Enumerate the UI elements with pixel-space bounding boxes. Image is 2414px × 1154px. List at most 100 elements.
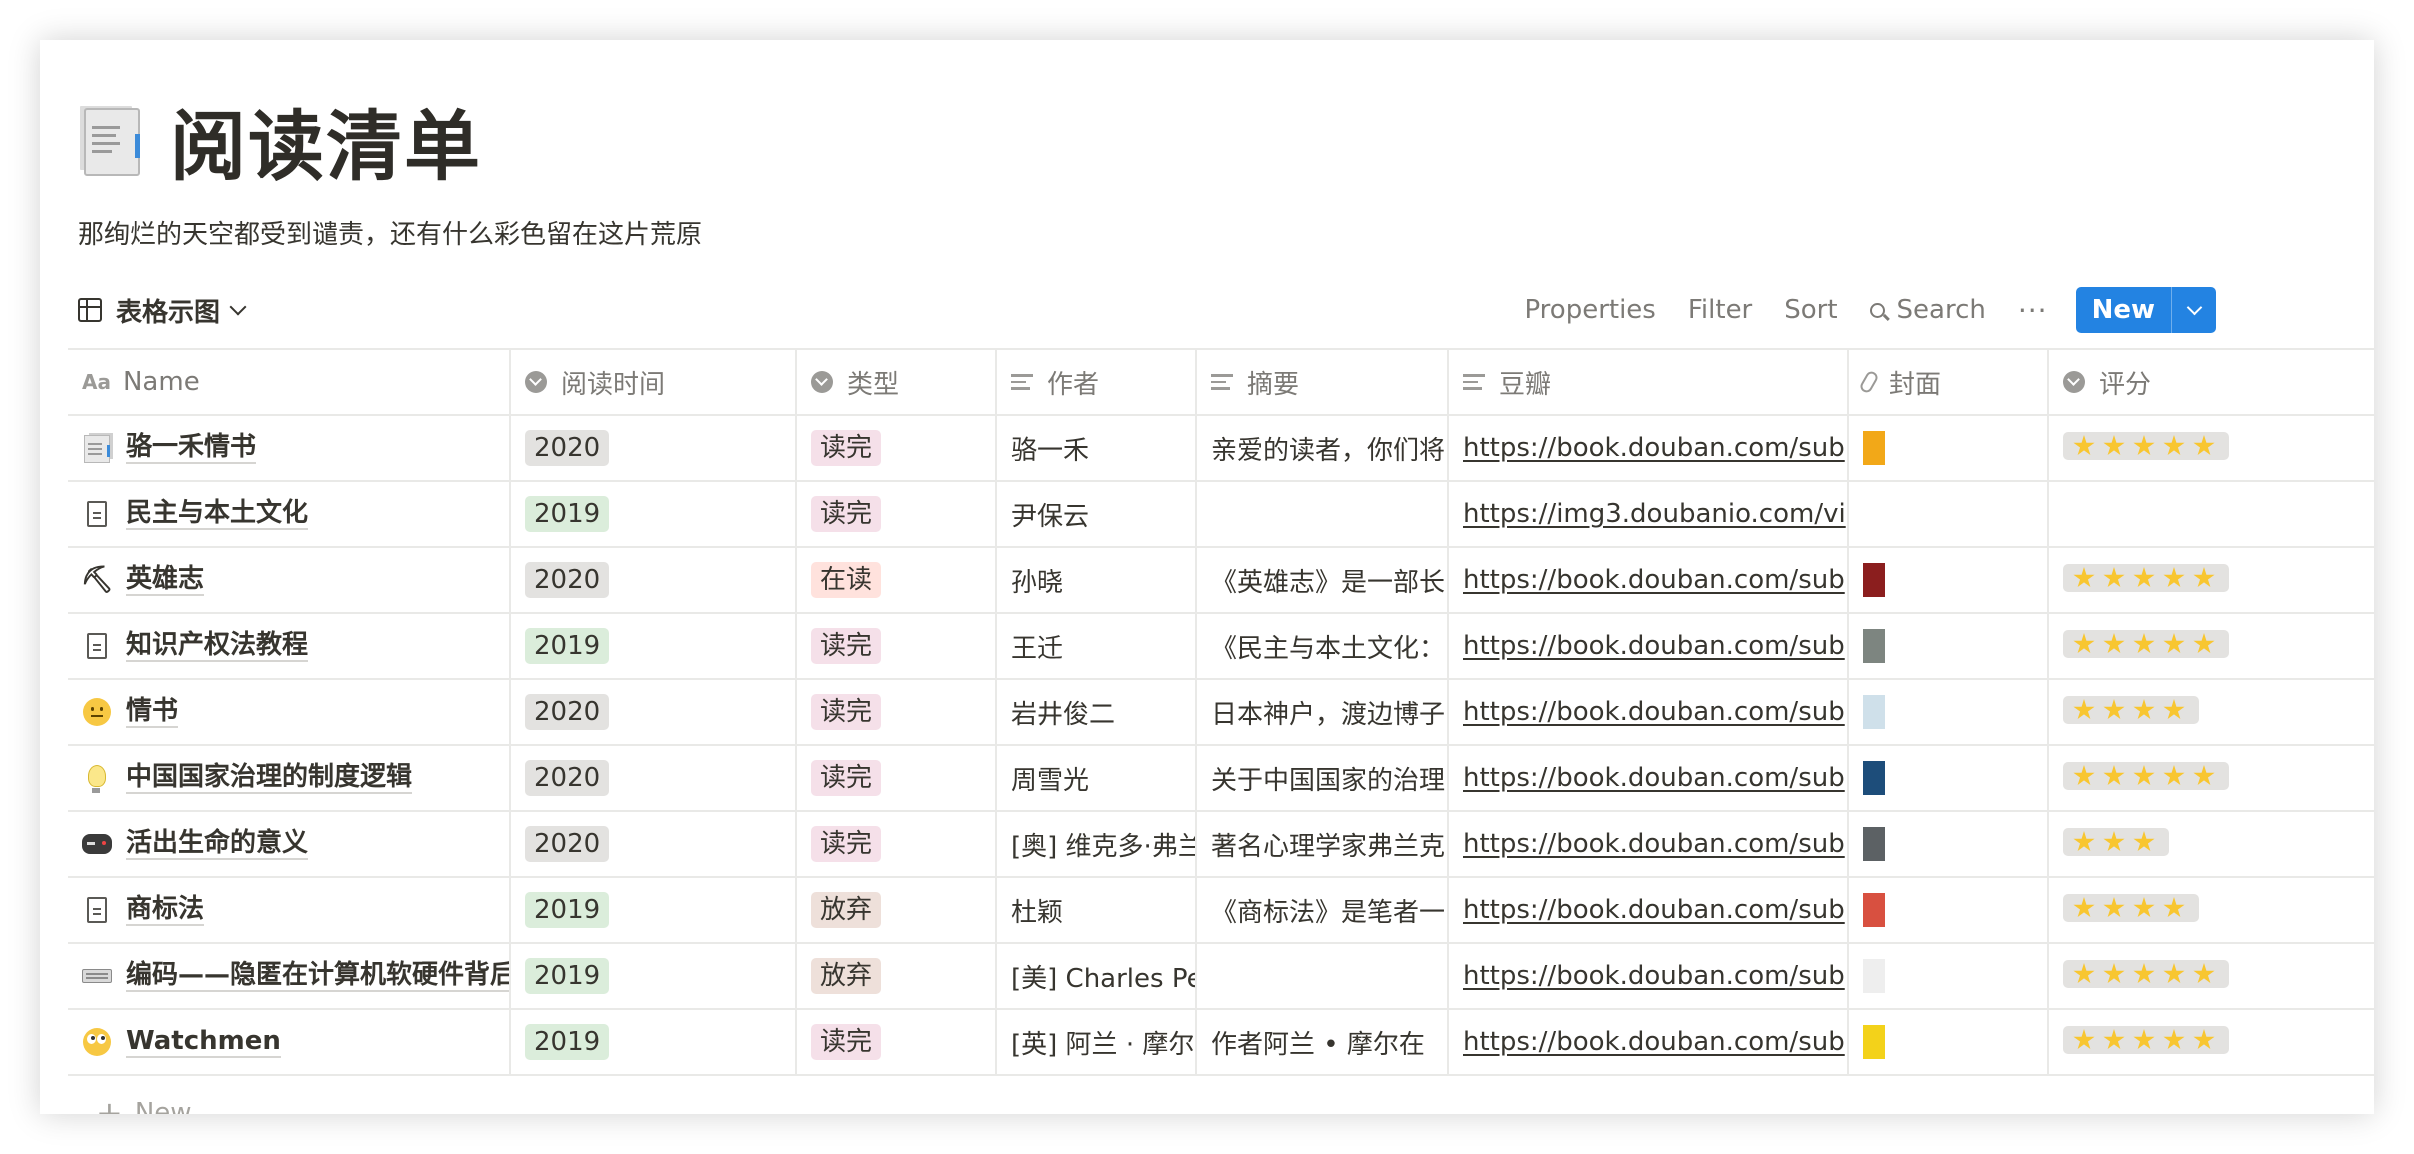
cell-type[interactable]: 在读 bbox=[796, 547, 997, 614]
cell-type[interactable]: 读完 bbox=[796, 811, 997, 878]
cell-summary[interactable]: 《英雄志》是一部长 bbox=[1196, 547, 1449, 614]
row-title[interactable]: 活出生命的意义 bbox=[126, 828, 309, 860]
page-description[interactable]: 那绚烂的天空都受到谴责，还有什么彩色留在这片荒原 bbox=[78, 214, 2374, 251]
cover-thumbnail[interactable] bbox=[1863, 893, 1885, 927]
cell-time[interactable]: 2020 bbox=[510, 415, 797, 482]
cell-douban[interactable]: https://book.douban.com/sub bbox=[1448, 613, 1849, 680]
cell-cover[interactable] bbox=[1848, 547, 2049, 614]
cell-rating[interactable] bbox=[2048, 943, 2374, 1010]
cell-time[interactable]: 2020 bbox=[510, 547, 797, 614]
cell-name[interactable]: 骆一禾情书 bbox=[68, 415, 511, 482]
view-switcher[interactable]: 表格示图 bbox=[78, 292, 247, 329]
smile-icon[interactable] bbox=[82, 697, 112, 727]
new-dropdown-button[interactable] bbox=[2171, 287, 2216, 333]
cell-time[interactable]: 2020 bbox=[510, 811, 797, 878]
search-button[interactable]: Search bbox=[1869, 295, 1986, 325]
douban-link[interactable]: https://book.douban.com/sub bbox=[1463, 961, 1845, 991]
rolling-eyes-icon[interactable] bbox=[82, 1027, 112, 1057]
gamepad-icon[interactable] bbox=[82, 829, 112, 859]
cell-type[interactable]: 放弃 bbox=[796, 943, 997, 1010]
douban-link[interactable]: https://book.douban.com/sub bbox=[1463, 433, 1845, 463]
table-row[interactable]: Watchmen 2019 读完 [英] 阿兰 · 摩尔 作者阿兰 • 摩尔在 https… bbox=[68, 1009, 2374, 1076]
cell-type[interactable]: 读完 bbox=[796, 1009, 997, 1076]
new-button[interactable]: New bbox=[2076, 287, 2171, 333]
row-title[interactable]: 知识产权法教程 bbox=[126, 630, 309, 662]
cell-summary[interactable] bbox=[1196, 943, 1449, 1010]
cell-time[interactable]: 2019 bbox=[510, 1009, 797, 1076]
cell-type[interactable]: 读完 bbox=[796, 679, 997, 746]
cell-name[interactable]: 知识产权法教程 bbox=[68, 613, 511, 680]
row-title[interactable]: 情书 bbox=[126, 696, 179, 728]
douban-link[interactable]: https://img3.doubanio.com/vi bbox=[1463, 499, 1846, 529]
cell-author[interactable]: [美] Charles Pe bbox=[996, 943, 1197, 1010]
cell-douban[interactable]: https://book.douban.com/sub bbox=[1448, 1009, 1849, 1076]
column-header-summary[interactable]: 摘要 bbox=[1196, 348, 1449, 416]
column-header-douban[interactable]: 豆瓣 bbox=[1448, 348, 1849, 416]
row-title[interactable]: 商标法 bbox=[126, 894, 205, 926]
cell-author[interactable]: 王迁 bbox=[996, 613, 1197, 680]
page-icon[interactable] bbox=[82, 895, 112, 925]
page-title[interactable]: 阅读清单 bbox=[170, 85, 482, 195]
keyboard-icon[interactable] bbox=[82, 961, 112, 991]
cell-name[interactable]: Watchmen bbox=[68, 1009, 511, 1076]
douban-link[interactable]: https://book.douban.com/sub bbox=[1463, 1027, 1845, 1057]
cell-cover[interactable] bbox=[1848, 679, 2049, 746]
cell-rating[interactable] bbox=[2048, 481, 2374, 548]
column-header-name[interactable]: Aa Name bbox=[68, 348, 511, 416]
cell-douban[interactable]: https://book.douban.com/sub bbox=[1448, 943, 1849, 1010]
cell-cover[interactable] bbox=[1848, 811, 2049, 878]
cell-summary[interactable]: 作者阿兰 • 摩尔在 bbox=[1196, 1009, 1449, 1076]
douban-link[interactable]: https://book.douban.com/sub bbox=[1463, 631, 1845, 661]
cell-type[interactable]: 读完 bbox=[796, 415, 997, 482]
cell-douban[interactable]: https://book.douban.com/sub bbox=[1448, 811, 1849, 878]
cell-douban[interactable]: https://book.douban.com/sub bbox=[1448, 745, 1849, 812]
cell-author[interactable]: 杜颖 bbox=[996, 877, 1197, 944]
properties-button[interactable]: Properties bbox=[1524, 295, 1655, 325]
row-title[interactable]: 英雄志 bbox=[126, 564, 205, 596]
cell-summary[interactable]: 日本神户，渡边博子 bbox=[1196, 679, 1449, 746]
cell-douban[interactable]: https://img3.doubanio.com/vi bbox=[1448, 481, 1849, 548]
cell-summary[interactable]: 关于中国国家的治理 bbox=[1196, 745, 1449, 812]
cell-douban[interactable]: https://book.douban.com/sub bbox=[1448, 877, 1849, 944]
cell-type[interactable]: 读完 bbox=[796, 481, 997, 548]
cover-thumbnail[interactable] bbox=[1863, 1025, 1885, 1059]
row-title[interactable]: 编码——隐匿在计算机软硬件背后的语言 bbox=[126, 960, 508, 992]
row-title[interactable]: 民主与本土文化 bbox=[126, 498, 309, 530]
cell-type[interactable]: 读完 bbox=[796, 613, 997, 680]
sort-button[interactable]: Sort bbox=[1784, 295, 1837, 325]
cell-cover[interactable] bbox=[1848, 481, 2049, 548]
cover-thumbnail[interactable] bbox=[1863, 431, 1885, 465]
cell-name[interactable]: 中国国家治理的制度逻辑 bbox=[68, 745, 511, 812]
cell-name[interactable]: 编码——隐匿在计算机软硬件背后的语言 bbox=[68, 943, 511, 1010]
more-options-icon[interactable]: ··· bbox=[2018, 294, 2048, 327]
cell-rating[interactable] bbox=[2048, 811, 2374, 878]
cell-rating[interactable] bbox=[2048, 1009, 2374, 1076]
document-icon[interactable] bbox=[78, 104, 146, 176]
cell-rating[interactable] bbox=[2048, 877, 2374, 944]
cell-time[interactable]: 2019 bbox=[510, 613, 797, 680]
cell-cover[interactable] bbox=[1848, 745, 2049, 812]
table-row[interactable]: 骆一禾情书 2020 读完 骆一禾 亲爱的读者，你们将 https://book.doub… bbox=[68, 415, 2374, 482]
cover-thumbnail[interactable] bbox=[1863, 629, 1885, 663]
cell-cover[interactable] bbox=[1848, 877, 2049, 944]
cell-douban[interactable]: https://book.douban.com/sub bbox=[1448, 547, 1849, 614]
cover-thumbnail[interactable] bbox=[1863, 827, 1885, 861]
table-row[interactable]: 情书 2020 读完 岩井俊二 日本神户，渡边博子 https://book.douban… bbox=[68, 679, 2374, 746]
cell-douban[interactable]: https://book.douban.com/sub bbox=[1448, 679, 1849, 746]
column-header-type[interactable]: 类型 bbox=[796, 348, 997, 416]
row-title[interactable]: 中国国家治理的制度逻辑 bbox=[126, 762, 413, 794]
cell-rating[interactable] bbox=[2048, 745, 2374, 812]
cell-name[interactable]: ⛏ 英雄志 bbox=[68, 547, 511, 614]
pick-icon[interactable]: ⛏ bbox=[81, 565, 114, 595]
cell-time[interactable]: 2020 bbox=[510, 745, 797, 812]
douban-link[interactable]: https://book.douban.com/sub bbox=[1463, 697, 1845, 727]
cell-type[interactable]: 读完 bbox=[796, 745, 997, 812]
cover-thumbnail[interactable] bbox=[1863, 761, 1885, 795]
cell-author[interactable]: 尹保云 bbox=[996, 481, 1197, 548]
cell-douban[interactable]: https://book.douban.com/sub bbox=[1448, 415, 1849, 482]
cell-rating[interactable] bbox=[2048, 415, 2374, 482]
cover-thumbnail[interactable] bbox=[1863, 695, 1885, 729]
add-row-button[interactable]: + New bbox=[96, 1094, 192, 1114]
douban-link[interactable]: https://book.douban.com/sub bbox=[1463, 565, 1845, 595]
cell-type[interactable]: 放弃 bbox=[796, 877, 997, 944]
